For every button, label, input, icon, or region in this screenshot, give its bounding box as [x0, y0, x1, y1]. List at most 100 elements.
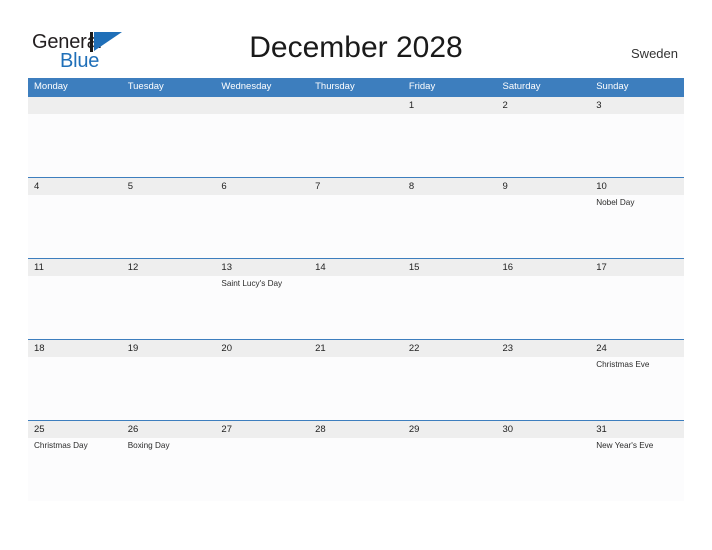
weekday-header-sunday: Sunday [596, 81, 629, 92]
day-number: 14 [315, 262, 326, 273]
weekday-header-monday: Monday [34, 81, 68, 92]
day-cell[interactable]: 14 [309, 259, 403, 340]
day-event [34, 114, 122, 116]
weekday-header-friday: Friday [408, 81, 436, 92]
day-event [596, 114, 684, 116]
day-number: 24 [596, 343, 607, 354]
day-cell[interactable]: 26 Boxing Day [122, 421, 216, 502]
day-event: New Year's Eve [596, 441, 654, 450]
day-event [221, 357, 309, 359]
day-cell[interactable]: 24 Christmas Eve [590, 340, 684, 421]
day-number: 13 [221, 262, 232, 273]
day-number: 7 [315, 181, 321, 192]
day-event [409, 276, 497, 278]
day-cell[interactable]: 16 [497, 259, 591, 340]
day-number: 29 [408, 424, 420, 435]
day-cell[interactable]: 4 [28, 178, 122, 259]
day-number [315, 97, 403, 114]
page-title: December 2028 [249, 31, 463, 64]
day-cell[interactable]: 12 [122, 259, 216, 340]
day-cell[interactable]: 27 [215, 421, 309, 502]
day-cell[interactable]: 13 Saint Lucy's Day [215, 259, 309, 340]
day-event [315, 114, 403, 116]
day-number: 4 [34, 181, 40, 192]
day-cell[interactable] [215, 97, 309, 178]
day-event [503, 276, 591, 278]
country-label: Sweden [631, 46, 678, 61]
day-cell[interactable]: 11 [28, 259, 122, 340]
calendar-grid: Monday Tuesday Wednesday Thursday Friday… [28, 78, 684, 501]
week-row: 4 5 6 7 8 9 10 Nobel Day [28, 177, 684, 258]
day-cell[interactable]: 29 [403, 421, 497, 502]
day-number: 5 [127, 181, 133, 192]
day-cell[interactable]: 23 [497, 340, 591, 421]
day-cell[interactable]: 21 [309, 340, 403, 421]
day-event [503, 438, 591, 440]
day-event: Boxing Day [127, 441, 170, 450]
day-number: 9 [502, 181, 508, 192]
week-row: 18 19 20 21 22 23 24 Christmas Eve [28, 339, 684, 420]
day-number: 8 [408, 181, 415, 192]
day-cell[interactable]: 28 [309, 421, 403, 502]
day-event: Christmas Day [34, 441, 88, 450]
weekday-header-row: Monday Tuesday Wednesday Thursday Friday… [28, 78, 684, 96]
day-event: Saint Lucy's Day [221, 279, 283, 288]
day-number: 11 [34, 262, 44, 273]
day-event [221, 438, 309, 440]
day-number: 17 [596, 262, 607, 273]
week-row: 11 12 13 Saint Lucy's Day 14 15 16 17 [28, 258, 684, 339]
day-cell[interactable]: 3 [590, 97, 684, 178]
day-cell[interactable]: 5 [122, 178, 216, 259]
day-event [128, 195, 216, 197]
day-event [128, 114, 216, 116]
weekday-header-tuesday: Tuesday [127, 81, 164, 92]
day-number: 27 [221, 424, 232, 435]
day-number: 25 [34, 424, 45, 435]
day-cell[interactable]: 17 [590, 259, 684, 340]
day-number [128, 97, 216, 114]
day-event [315, 438, 403, 440]
day-event [503, 114, 591, 116]
day-cell[interactable]: 15 [403, 259, 497, 340]
day-event [409, 114, 497, 116]
day-cell[interactable]: 7 [309, 178, 403, 259]
day-number: 12 [127, 262, 139, 273]
day-cell[interactable]: 22 [403, 340, 497, 421]
day-number: 19 [127, 343, 139, 354]
day-event [315, 357, 403, 359]
week-row: 1 2 3 [28, 96, 684, 177]
day-number: 18 [34, 343, 45, 354]
day-cell[interactable]: 20 [215, 340, 309, 421]
day-event [34, 195, 122, 197]
day-cell[interactable] [28, 97, 122, 178]
day-event [503, 195, 591, 197]
day-cell[interactable]: 8 [403, 178, 497, 259]
day-cell[interactable]: 19 [122, 340, 216, 421]
day-number: 1 [408, 100, 415, 111]
day-number: 28 [315, 424, 326, 435]
day-cell[interactable]: 2 [497, 97, 591, 178]
calendar-page: General Blue December 2028 Sweden Monday… [0, 0, 712, 550]
day-number: 31 [596, 424, 607, 435]
day-cell[interactable]: 10 Nobel Day [590, 178, 684, 259]
day-cell[interactable]: 18 [28, 340, 122, 421]
day-event [128, 357, 216, 359]
weekday-header-thursday: Thursday [315, 81, 355, 92]
day-cell[interactable]: 1 [403, 97, 497, 178]
day-cell[interactable]: 31 New Year's Eve [590, 421, 684, 502]
day-cell[interactable] [309, 97, 403, 178]
day-number: 22 [408, 343, 420, 354]
day-cell[interactable]: 25 Christmas Day [28, 421, 122, 502]
page-header: General Blue December 2028 Sweden [0, 0, 712, 78]
day-event [315, 276, 403, 278]
day-cell[interactable]: 6 [215, 178, 309, 259]
day-event [221, 114, 309, 116]
day-cell[interactable] [122, 97, 216, 178]
day-event: Christmas Eve [596, 360, 650, 369]
weekday-header-wednesday: Wednesday [221, 81, 272, 92]
day-event [409, 195, 497, 197]
day-cell[interactable]: 9 [497, 178, 591, 259]
day-event [34, 276, 122, 278]
day-event [221, 195, 309, 197]
day-cell[interactable]: 30 [497, 421, 591, 502]
